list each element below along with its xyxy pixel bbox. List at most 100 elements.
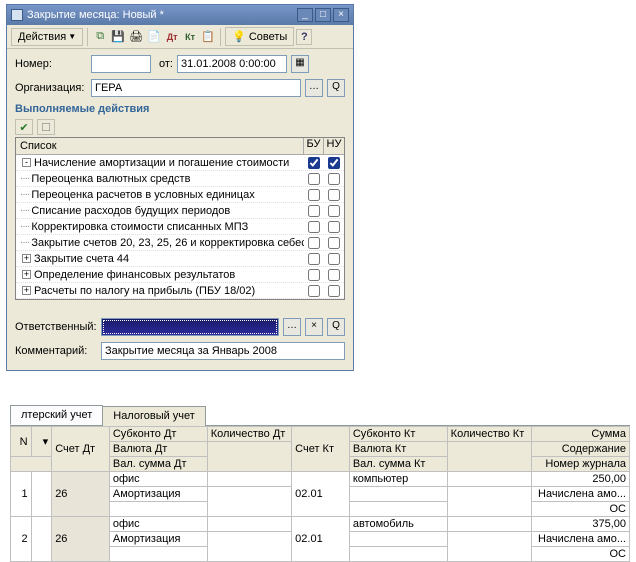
tree-row-label: +Определение финансовых результатов bbox=[16, 269, 304, 281]
col-sub-dt[interactable]: Субконто Дт bbox=[109, 427, 207, 442]
collapse-icon[interactable]: - bbox=[22, 158, 31, 167]
comment-label: Комментарий: bbox=[15, 345, 97, 357]
cell-sub-kt2 bbox=[349, 532, 447, 547]
col-n[interactable]: N bbox=[11, 427, 32, 457]
tree-row[interactable]: ····Закрытие счетов 20, 23, 25, 26 и кор… bbox=[16, 235, 344, 251]
tree-bu-checkbox[interactable] bbox=[304, 221, 324, 233]
check-all-icon[interactable]: ✔ bbox=[15, 119, 33, 135]
comment-input[interactable] bbox=[101, 342, 345, 360]
col-journal[interactable]: Номер журнала bbox=[532, 457, 630, 472]
cell-empty bbox=[207, 532, 291, 562]
table-row[interactable]: 226офис02.01автомобиль375,00 bbox=[11, 517, 630, 532]
expand-icon[interactable]: + bbox=[22, 270, 31, 279]
tree-row[interactable]: +Расчеты по налогу на прибыль (ПБУ 18/02… bbox=[16, 283, 344, 299]
tree-nu-checkbox[interactable] bbox=[324, 253, 344, 265]
tree-nu-checkbox[interactable] bbox=[324, 205, 344, 217]
tree-bu-checkbox[interactable] bbox=[304, 237, 324, 249]
cell-empty bbox=[447, 532, 531, 562]
cell-qty-dt bbox=[207, 472, 291, 487]
tree-row[interactable]: ····Переоценка валютных средств bbox=[16, 171, 344, 187]
col-amount[interactable]: Сумма bbox=[532, 427, 630, 442]
tree-bu-checkbox[interactable] bbox=[304, 157, 324, 169]
cell-qty-dt bbox=[207, 517, 291, 532]
post-icon[interactable]: 📄 bbox=[146, 29, 162, 45]
number-input[interactable] bbox=[91, 55, 151, 73]
tab-accounting[interactable]: лтерский учет bbox=[10, 405, 103, 425]
tree-nu-checkbox[interactable] bbox=[324, 221, 344, 233]
col-acct-kt[interactable]: Счет Кт bbox=[292, 427, 350, 472]
cell-sub-dt2: Амортизация bbox=[109, 487, 207, 502]
tree-nu-checkbox[interactable] bbox=[324, 237, 344, 249]
org-input[interactable] bbox=[91, 79, 301, 97]
calendar-icon[interactable]: ▦ bbox=[291, 55, 309, 73]
tree-bu-checkbox[interactable] bbox=[304, 205, 324, 217]
cell-qty-kt bbox=[447, 472, 531, 487]
print-icon[interactable]: 🖨 bbox=[128, 29, 144, 45]
col-val-kt[interactable]: Вал. сумма Кт bbox=[349, 457, 447, 472]
org-open-icon[interactable]: Q bbox=[327, 79, 345, 97]
minimize-button[interactable]: _ bbox=[297, 8, 313, 22]
tree-row[interactable]: +Определение финансовых результатов bbox=[16, 267, 344, 283]
cell-sub-dt3 bbox=[109, 547, 207, 562]
col-sub-kt[interactable]: Субконто Кт bbox=[349, 427, 447, 442]
col-val-dt[interactable]: Вал. сумма Дт bbox=[109, 457, 207, 472]
date-input[interactable] bbox=[177, 55, 287, 73]
expand-icon[interactable]: + bbox=[22, 286, 31, 295]
uncheck-all-icon[interactable]: ☐ bbox=[37, 119, 55, 135]
cell-sub-dt3 bbox=[109, 502, 207, 517]
tree-nu-checkbox[interactable] bbox=[324, 285, 344, 297]
actions-menu[interactable]: Действия ▼ bbox=[11, 28, 83, 46]
responsible-select-icon[interactable]: … bbox=[283, 318, 301, 336]
tree-row[interactable]: ····Переоценка расчетов в условных едини… bbox=[16, 187, 344, 203]
tree-nu-checkbox[interactable] bbox=[324, 189, 344, 201]
titlebar[interactable]: Закрытие месяца: Новый * _ □ × bbox=[7, 5, 353, 25]
cell-n: 1 bbox=[11, 472, 32, 517]
tree-bu-checkbox[interactable] bbox=[304, 253, 324, 265]
dt-kt-nu-icon[interactable]: Кт bbox=[182, 29, 198, 45]
col-content[interactable]: Содержание bbox=[532, 442, 630, 457]
report-icon[interactable]: 📋 bbox=[200, 29, 216, 45]
separator bbox=[220, 28, 221, 46]
tree-row-label: ····Переоценка валютных средств bbox=[16, 173, 304, 185]
tree-row[interactable]: -Начисление амортизации и погашение стои… bbox=[16, 155, 344, 171]
tree-row[interactable]: ····Списание расходов будущих периодов bbox=[16, 203, 344, 219]
org-select-icon[interactable]: … bbox=[305, 79, 323, 97]
close-button[interactable]: × bbox=[333, 8, 349, 22]
cell-acct-kt: 02.01 bbox=[292, 472, 350, 517]
col-cur-kt[interactable]: Валюта Кт bbox=[349, 442, 447, 457]
tree-row[interactable]: +Закрытие счета 44 bbox=[16, 251, 344, 267]
new-icon[interactable]: ⧉ bbox=[92, 29, 108, 45]
tree-row[interactable]: ····Корректировка стоимости списанных МП… bbox=[16, 219, 344, 235]
col-n-dropdown[interactable]: ▾ bbox=[31, 427, 52, 457]
responsible-input[interactable] bbox=[101, 318, 279, 336]
tree-bu-checkbox[interactable] bbox=[304, 189, 324, 201]
expand-icon[interactable]: + bbox=[22, 254, 31, 263]
tree-nu-checkbox[interactable] bbox=[324, 173, 344, 185]
tree-header-main: Список bbox=[16, 138, 304, 154]
tree-row-label: ····Списание расходов будущих периодов bbox=[16, 205, 304, 217]
save-icon[interactable]: 💾 bbox=[110, 29, 126, 45]
tree-nu-checkbox[interactable] bbox=[324, 269, 344, 281]
cell-content: Начислена амо... bbox=[532, 532, 630, 547]
responsible-open-icon[interactable]: Q bbox=[327, 318, 345, 336]
help-icon[interactable]: ? bbox=[296, 29, 312, 45]
tree-bu-checkbox[interactable] bbox=[304, 285, 324, 297]
col-qty-dt[interactable]: Количество Дт bbox=[207, 427, 291, 442]
tree-bu-checkbox[interactable] bbox=[304, 173, 324, 185]
tree-nu-checkbox[interactable] bbox=[324, 157, 344, 169]
section-title: Выполняемые действия bbox=[15, 103, 345, 115]
tree-bu-checkbox[interactable] bbox=[304, 269, 324, 281]
tab-tax[interactable]: Налоговый учет bbox=[102, 406, 206, 426]
col-cur-dt[interactable]: Валюта Дт bbox=[109, 442, 207, 457]
col-acct-dt[interactable]: Счет Дт bbox=[52, 427, 110, 472]
tree-row-label: -Начисление амортизации и погашение стои… bbox=[16, 157, 304, 169]
col-qty-kt[interactable]: Количество Кт bbox=[447, 427, 531, 442]
tree-row-label: +Закрытие счета 44 bbox=[16, 253, 304, 265]
cell-n-blank bbox=[31, 472, 52, 517]
table-row[interactable]: 126офис02.01компьютер250,00 bbox=[11, 472, 630, 487]
responsible-clear-icon[interactable]: × bbox=[305, 318, 323, 336]
dt-kt-icon[interactable]: Дт bbox=[164, 29, 180, 45]
tree-header: Список БУ НУ bbox=[16, 138, 344, 155]
advice-button[interactable]: 💡 Советы bbox=[225, 27, 294, 46]
maximize-button[interactable]: □ bbox=[315, 8, 331, 22]
